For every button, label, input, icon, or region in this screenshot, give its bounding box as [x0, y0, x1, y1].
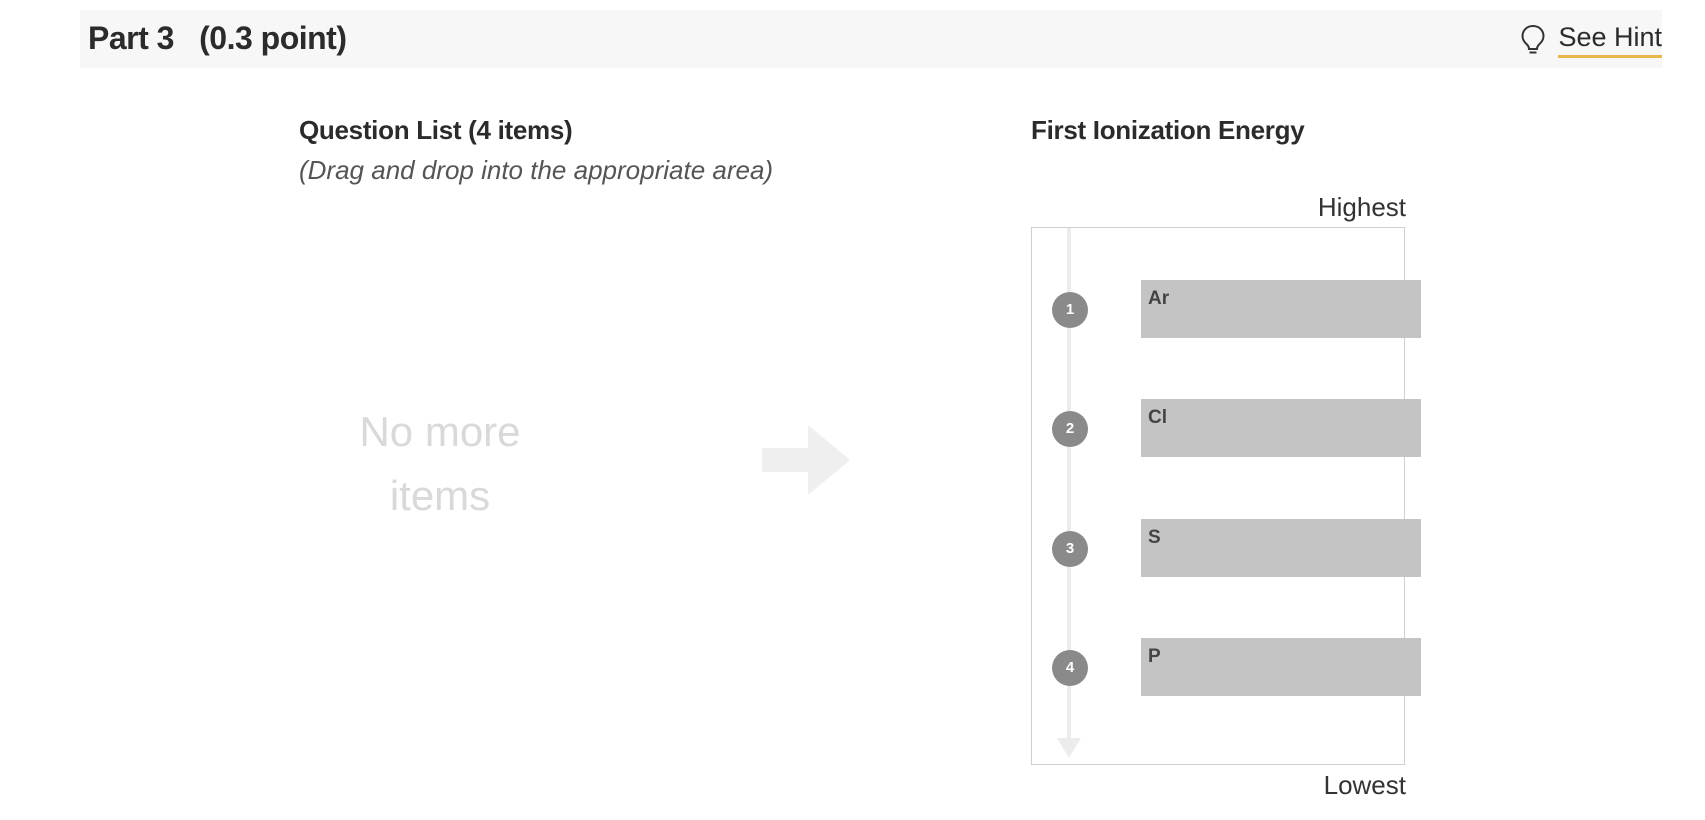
- draggable-item-ar[interactable]: Ar: [1141, 280, 1421, 338]
- see-hint-label[interactable]: See Hint: [1558, 22, 1662, 58]
- arrow-right-icon: [762, 425, 850, 495]
- ranking-slot-1: 1 Ar: [1052, 280, 1421, 338]
- ranking-slot-3: 3 S: [1052, 519, 1421, 577]
- ranking-drop-area[interactable]: 1 Ar 2 Cl 3 S 4 P: [1031, 227, 1421, 765]
- part-title: Part 3 (0.3 point): [88, 20, 347, 56]
- part-header: Part 3 (0.3 point) See Hint: [80, 10, 1662, 68]
- draggable-item-s[interactable]: S: [1141, 519, 1421, 577]
- ranking-axis-arrowhead: [1057, 738, 1081, 758]
- rank-number-badge: 4: [1052, 650, 1088, 686]
- draggable-item-cl[interactable]: Cl: [1141, 399, 1421, 457]
- rank-number-badge: 3: [1052, 531, 1088, 567]
- draggable-item-p[interactable]: P: [1141, 638, 1421, 696]
- lightbulb-icon: [1521, 24, 1545, 54]
- ranking-slot-4: 4 P: [1052, 638, 1421, 696]
- empty-list-message: No more items: [359, 408, 521, 519]
- rank-number-badge: 1: [1052, 292, 1088, 328]
- see-hint-link[interactable]: See Hint: [1520, 20, 1662, 60]
- rank-number-badge: 2: [1052, 411, 1088, 447]
- ranking-title: First Ionization Energy: [1031, 115, 1305, 145]
- lowest-label: Lowest: [1323, 770, 1406, 800]
- ranking-slot-2: 2 Cl: [1052, 399, 1421, 457]
- question-list-instruction: (Drag and drop into the appropriate area…: [299, 155, 774, 185]
- highest-label: Highest: [1317, 192, 1406, 222]
- question-list-title: Question List (4 items): [299, 115, 573, 145]
